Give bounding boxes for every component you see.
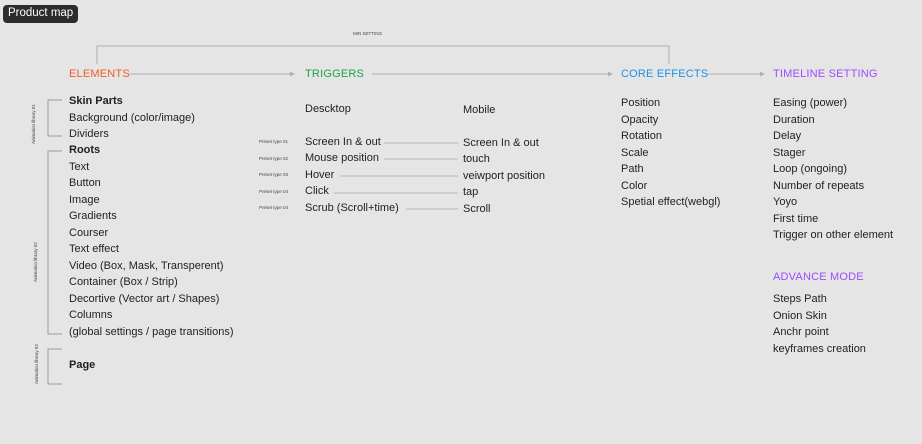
timeline-item: Number of repeats: [773, 179, 865, 192]
core-effect-item: Position: [621, 97, 661, 109]
element-item: Roots: [69, 144, 101, 156]
element-item: Columns: [69, 309, 113, 321]
timeline-list: Easing (power) Duration Delay Stager Loo…: [773, 95, 893, 244]
timeline-item: Yoyo: [773, 196, 798, 208]
element-item: Text: [69, 160, 90, 173]
element-item: Video (Box, Mask, Transperent): [69, 259, 224, 272]
trigger-mobile-label: Mobile: [463, 104, 496, 116]
advance-item: keyframes creation: [773, 342, 866, 355]
trigger-mobile-item: Screen In & out: [463, 137, 539, 149]
timeline-item: Stager: [773, 146, 806, 159]
element-item: (global settings / page transitions): [69, 325, 234, 338]
arrowhead-3: [760, 71, 765, 77]
trigger-mobile-item: touch: [463, 153, 490, 165]
trigger-desktop-item: Hover: [305, 169, 335, 181]
preset-label: Preset type 02: [259, 156, 289, 161]
core-effect-item: Path: [621, 163, 644, 175]
core-effects-list: Position Opacity Rotation Scale Path Col…: [621, 95, 720, 211]
element-item: Decortive (Vector art / Shapes): [69, 292, 220, 305]
timeline-item: Easing (power): [773, 97, 847, 109]
element-item: Image: [69, 193, 100, 206]
elements-group-1: Skin Parts Background (color/image) Divi…: [69, 93, 195, 143]
advance-item: Steps Path: [773, 293, 827, 305]
trigger-desktop-item: Screen In & out: [305, 136, 381, 148]
elements-header: ELEMENTS: [69, 68, 130, 80]
timeline-item: Duration: [773, 113, 815, 126]
trigger-mobile-item: Scroll: [463, 203, 491, 215]
frame-label[interactable]: Product map: [3, 5, 79, 23]
element-item: Text effect: [69, 243, 119, 255]
core-effect-item: Color: [621, 179, 648, 192]
advance-item: Anchr point: [773, 326, 829, 338]
min-setting-bracket: [96, 45, 670, 64]
preset-label: Preset type 04: [259, 189, 289, 194]
elements-group-2: Roots Text Button Image Gradients Course…: [69, 142, 233, 340]
element-item: Container (Box / Strip): [69, 276, 178, 288]
advance-mode-header: ADVANCE MODE: [773, 271, 864, 283]
timeline-item: First time: [773, 212, 819, 225]
arrowhead-1: [290, 71, 295, 77]
advance-mode-list: Steps Path Onion Skin Anchr point keyfra…: [773, 291, 866, 357]
timeline-item: Delay: [773, 130, 802, 142]
library-label-02: Animation library 02: [33, 242, 38, 282]
element-item: Skin Parts: [69, 95, 123, 107]
element-item: Gradients: [69, 210, 117, 222]
library-label-03: Animation library 03: [34, 344, 39, 384]
element-item: Button: [69, 177, 101, 189]
core-effect-item: Spetial effect(webgl): [621, 196, 721, 208]
preset-label: Preset type 03: [259, 172, 289, 177]
arrowhead-2: [608, 71, 613, 77]
timeline-header: TIMELINE SETTING: [773, 68, 878, 80]
core-effects-header: CORE EFFECTS: [621, 68, 709, 80]
trigger-mobile-item: tap: [463, 186, 479, 198]
element-item: Dividers: [69, 128, 109, 140]
library-label-01: Animation library 01: [31, 104, 36, 144]
library-01-bracket: [47, 99, 62, 137]
timeline-item: Loop (ongoing): [773, 163, 848, 175]
trigger-desktop-item: Mouse position: [305, 152, 379, 164]
trigger-desktop-item: Click: [305, 185, 329, 197]
min-setting-label: MIN SETTING: [353, 31, 382, 36]
element-item: Background (color/image): [69, 111, 195, 124]
element-item: Page: [69, 359, 96, 371]
core-effect-item: Scale: [621, 146, 649, 159]
core-effect-item: Opacity: [621, 113, 659, 126]
core-effect-item: Rotation: [621, 130, 662, 142]
preset-label: Preset type 04: [259, 205, 289, 210]
trigger-desktop-label: Descktop: [305, 103, 351, 115]
trigger-mobile-item: veiwport position: [463, 170, 545, 182]
trigger-desktop-item: Scrub (Scroll+time): [305, 202, 399, 214]
elements-group-3: Page: [69, 357, 95, 374]
triggers-header: TRIGGERS: [305, 68, 365, 80]
library-02-bracket: [47, 150, 62, 335]
element-item: Courser: [69, 226, 109, 239]
library-03-bracket: [47, 348, 62, 385]
preset-label: Preset type 01: [259, 139, 289, 144]
timeline-item: Trigger on other element: [773, 229, 894, 241]
advance-item: Onion Skin: [773, 309, 827, 322]
